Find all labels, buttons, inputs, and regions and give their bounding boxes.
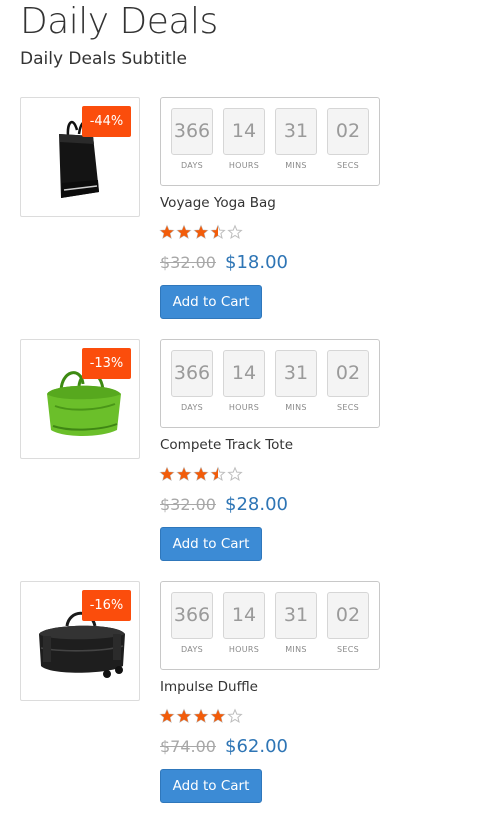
deal-item: -13% 366 DAYS 14 HOURS 31 MINS 02 SECS C… bbox=[20, 339, 480, 571]
countdown-mins-label: MINS bbox=[285, 403, 307, 412]
product-image-link[interactable]: -16% bbox=[20, 581, 140, 701]
star-rating bbox=[159, 224, 249, 240]
star-icon bbox=[193, 708, 209, 723]
countdown-hours: 14 HOURS bbox=[223, 350, 265, 412]
countdown-secs: 02 SECS bbox=[327, 108, 369, 170]
countdown-hours-value: 14 bbox=[223, 108, 265, 155]
countdown-hours-label: HOURS bbox=[228, 403, 260, 412]
old-price: $32.00 bbox=[160, 495, 216, 514]
countdown-mins: 31 MINS bbox=[275, 350, 317, 412]
product-name-link[interactable]: Voyage Yoga Bag bbox=[160, 195, 276, 211]
old-price: $74.00 bbox=[160, 737, 216, 756]
star-icon bbox=[210, 224, 226, 239]
countdown-hours-value: 14 bbox=[223, 592, 265, 639]
star-icon bbox=[210, 708, 226, 723]
countdown-timer: 366 DAYS 14 HOURS 31 MINS 02 SECS bbox=[160, 97, 380, 186]
countdown-secs: 02 SECS bbox=[327, 350, 369, 412]
page-title: Daily Deals bbox=[20, 1, 218, 42]
special-price: $18.00 bbox=[225, 252, 288, 273]
countdown-days-value: 366 bbox=[171, 592, 213, 639]
countdown-days-value: 366 bbox=[171, 108, 213, 155]
add-to-cart-button[interactable]: Add to Cart bbox=[160, 285, 262, 319]
star-icon bbox=[227, 466, 243, 481]
countdown-timer: 366 DAYS 14 HOURS 31 MINS 02 SECS bbox=[160, 581, 380, 670]
product-image-link[interactable]: -44% bbox=[20, 97, 140, 217]
product-image-link[interactable]: -13% bbox=[20, 339, 140, 459]
star-icon bbox=[176, 708, 192, 723]
star-icon bbox=[193, 224, 209, 239]
star-icon bbox=[176, 466, 192, 481]
countdown-secs-value: 02 bbox=[327, 592, 369, 639]
countdown-timer: 366 DAYS 14 HOURS 31 MINS 02 SECS bbox=[160, 339, 380, 428]
add-to-cart-button[interactable]: Add to Cart bbox=[160, 527, 262, 561]
countdown-hours: 14 HOURS bbox=[223, 592, 265, 654]
countdown-mins-label: MINS bbox=[285, 645, 307, 654]
countdown-mins-value: 31 bbox=[275, 350, 317, 397]
star-icon bbox=[227, 224, 243, 239]
countdown-secs-value: 02 bbox=[327, 350, 369, 397]
discount-badge: -44% bbox=[82, 106, 131, 137]
countdown-days-label: DAYS bbox=[180, 403, 204, 412]
discount-badge: -13% bbox=[82, 348, 131, 379]
star-rating bbox=[159, 466, 249, 482]
countdown-hours-label: HOURS bbox=[228, 161, 260, 170]
star-icon bbox=[159, 466, 175, 481]
countdown-days: 366 DAYS bbox=[171, 350, 213, 412]
deal-item: -44% 366 DAYS 14 HOURS 31 MINS 02 SECS V… bbox=[20, 97, 480, 329]
countdown-secs-value: 02 bbox=[327, 108, 369, 155]
countdown-days-value: 366 bbox=[171, 350, 213, 397]
countdown-days: 366 DAYS bbox=[171, 108, 213, 170]
special-price: $28.00 bbox=[225, 494, 288, 515]
add-to-cart-button[interactable]: Add to Cart bbox=[160, 769, 262, 803]
countdown-days: 366 DAYS bbox=[171, 592, 213, 654]
countdown-mins-value: 31 bbox=[275, 592, 317, 639]
countdown-mins: 31 MINS bbox=[275, 108, 317, 170]
star-rating bbox=[159, 708, 249, 724]
countdown-mins-label: MINS bbox=[285, 161, 307, 170]
page-subtitle: Daily Deals Subtitle bbox=[20, 49, 187, 69]
discount-badge: -16% bbox=[82, 590, 131, 621]
product-name-link[interactable]: Compete Track Tote bbox=[160, 437, 293, 453]
star-icon bbox=[159, 708, 175, 723]
star-icon bbox=[193, 466, 209, 481]
countdown-mins-value: 31 bbox=[275, 108, 317, 155]
star-icon bbox=[176, 224, 192, 239]
countdown-days-label: DAYS bbox=[180, 645, 204, 654]
old-price: $32.00 bbox=[160, 253, 216, 272]
star-icon bbox=[210, 466, 226, 481]
deal-item: -16% 366 DAYS 14 HOURS 31 MINS 02 SECS I… bbox=[20, 581, 480, 813]
countdown-secs-label: SECS bbox=[337, 403, 359, 412]
countdown-hours-label: HOURS bbox=[228, 645, 260, 654]
countdown-mins: 31 MINS bbox=[275, 592, 317, 654]
star-icon bbox=[227, 708, 243, 723]
countdown-hours: 14 HOURS bbox=[223, 108, 265, 170]
product-name-link[interactable]: Impulse Duffle bbox=[160, 679, 258, 695]
countdown-secs-label: SECS bbox=[337, 161, 359, 170]
countdown-secs: 02 SECS bbox=[327, 592, 369, 654]
countdown-hours-value: 14 bbox=[223, 350, 265, 397]
countdown-secs-label: SECS bbox=[337, 645, 359, 654]
star-icon bbox=[159, 224, 175, 239]
special-price: $62.00 bbox=[225, 736, 288, 757]
countdown-days-label: DAYS bbox=[180, 161, 204, 170]
